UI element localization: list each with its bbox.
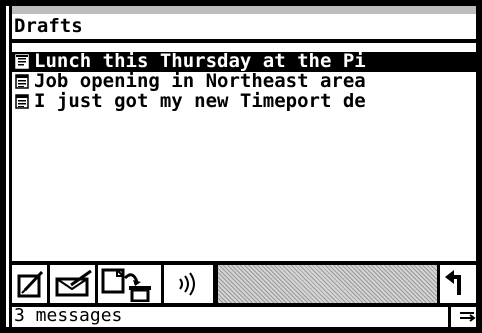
toolbar-filler (216, 265, 440, 303)
screen: Drafts Lunch this Thursday at the Pi Job… (0, 0, 482, 333)
status-bar: 3 messages (12, 305, 476, 327)
back-arrow-icon (445, 270, 461, 295)
document-icon (15, 94, 29, 109)
message-count: 3 messages (14, 305, 123, 326)
back-button[interactable] (440, 265, 476, 303)
message-subject: I just got my new Timeport de (34, 90, 366, 112)
message-row[interactable]: I just got my new Timeport de (12, 90, 476, 112)
toolbar (12, 265, 476, 307)
delete-button[interactable] (98, 265, 164, 303)
read-aloud-button[interactable] (164, 265, 216, 303)
message-row[interactable]: Lunch this Thursday at the Pi (12, 50, 476, 72)
device-frame-bottom (0, 327, 482, 333)
status-divider (448, 307, 451, 327)
send-envelope-icon (55, 269, 92, 297)
delete-to-trash-icon (101, 268, 151, 302)
document-icon (15, 74, 29, 89)
menu-icon[interactable] (458, 311, 476, 323)
message-row[interactable]: Job opening in Northeast area (12, 70, 476, 92)
device-frame-right (476, 0, 482, 333)
send-button[interactable] (50, 265, 98, 303)
compose-button[interactable] (12, 265, 50, 303)
message-list: Lunch this Thursday at the Pi Job openin… (12, 48, 476, 261)
title-bar: Drafts (12, 6, 476, 43)
compose-icon (17, 270, 44, 298)
document-icon (15, 54, 29, 69)
message-subject: Lunch this Thursday at the Pi (34, 50, 366, 72)
folder-title: Drafts (14, 15, 83, 37)
speaker-sound-icon (179, 272, 195, 296)
message-subject: Job opening in Northeast area (34, 70, 366, 92)
device-frame-left (0, 0, 6, 333)
